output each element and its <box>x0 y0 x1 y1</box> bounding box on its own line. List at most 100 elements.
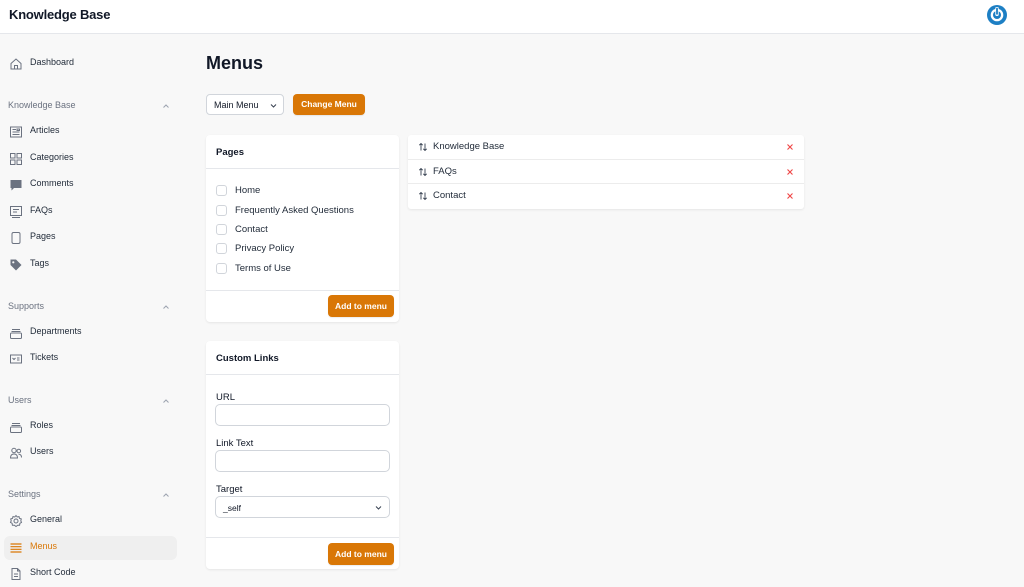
change-menu-button[interactable]: Change Menu <box>293 94 365 115</box>
reorder-arrows-icon[interactable] <box>418 191 428 201</box>
menu-lines-icon <box>10 542 22 553</box>
reorder-arrows-icon[interactable] <box>418 167 428 177</box>
page-checkbox-terms[interactable]: Terms of Use <box>216 262 391 276</box>
sidebar-item-label: Departments <box>30 325 82 336</box>
checkbox[interactable] <box>216 185 227 196</box>
checkbox[interactable] <box>216 262 227 274</box>
page-label: Privacy Policy <box>235 243 295 254</box>
page-label: Home <box>235 185 261 196</box>
page-title: Menus <box>206 53 264 73</box>
page-checkbox-faq[interactable]: Frequently Asked Questions <box>216 204 391 218</box>
target-select[interactable]: _self <box>215 496 390 518</box>
remove-icon[interactable] <box>784 166 796 178</box>
page-label: Terms of Use <box>235 262 291 274</box>
url-label: URL <box>216 392 236 403</box>
target-label: Target <box>216 484 243 495</box>
menu-item[interactable]: Contact <box>408 184 804 209</box>
menu-select[interactable]: Main Menu <box>206 94 284 115</box>
sidebar-item-label: Comments <box>30 178 74 188</box>
sidebar-item-label: Dashboard <box>30 57 75 67</box>
sidebar-item-label: FAQs <box>30 204 53 215</box>
sidebar-item-categories[interactable]: Categories <box>4 147 177 171</box>
sidebar-item-tickets[interactable]: Tickets <box>4 347 177 371</box>
section-title: Users <box>8 395 32 405</box>
checkbox[interactable] <box>216 204 227 216</box>
section-users[interactable]: Users <box>4 391 177 411</box>
sidebar-item-label: Categories <box>30 151 74 162</box>
sidebar-item-departments[interactable]: Departments <box>4 321 177 345</box>
sidebar-item-users[interactable]: Users <box>4 441 177 465</box>
tag-icon <box>10 259 22 270</box>
sidebar-item-pages[interactable]: Pages <box>4 226 177 250</box>
sidebar-item-menus[interactable]: Menus <box>4 535 177 560</box>
chevron-down-icon <box>375 506 382 510</box>
sidebar-item-articles[interactable]: Articles <box>4 120 177 144</box>
top-bar: Knowledge Base <box>0 0 1024 34</box>
checkbox[interactable] <box>216 224 227 235</box>
menu-item[interactable]: FAQs <box>408 160 804 184</box>
app-title[interactable]: Knowledge Base <box>9 7 110 22</box>
pages-card-title: Pages <box>216 147 244 158</box>
sidebar-item-faqs[interactable]: FAQs <box>4 200 177 224</box>
sidebar-item-label: Tickets <box>30 352 59 362</box>
inbox-icon <box>10 328 22 339</box>
chevron-up-icon <box>163 493 169 497</box>
add-link-to-menu-button[interactable]: Add to menu <box>328 543 394 565</box>
sidebar-item-comments[interactable]: Comments <box>4 173 177 197</box>
custom-links-title: Custom Links <box>216 353 279 364</box>
sidebar-item-general[interactable]: General <box>4 509 177 533</box>
remove-icon[interactable] <box>784 190 796 202</box>
sidebar: Dashboard Knowledge Base Articles Catego… <box>0 34 186 587</box>
users-icon <box>9 447 22 459</box>
section-knowledge-base[interactable]: Knowledge Base <box>4 96 177 116</box>
sidebar-item-label: Short Code <box>30 567 76 577</box>
chat-icon <box>10 180 22 191</box>
url-input[interactable] <box>215 404 390 426</box>
sidebar-item-roles[interactable]: Roles <box>4 415 177 439</box>
page-checkbox-privacy[interactable]: Privacy Policy <box>216 242 391 256</box>
chevron-down-icon <box>270 104 277 108</box>
link-text-label: Link Text <box>216 438 254 449</box>
divider <box>206 537 399 538</box>
reorder-arrows-icon[interactable] <box>418 142 428 152</box>
sidebar-item-label: Articles <box>30 125 60 135</box>
custom-links-card: Custom Links URL Link Text Target _self … <box>206 341 399 569</box>
page-checkbox-contact[interactable]: Contact <box>216 223 391 237</box>
divider <box>206 168 399 169</box>
faq-icon <box>10 205 22 218</box>
chevron-up-icon <box>163 399 169 403</box>
power-icon[interactable] <box>986 4 1008 26</box>
sidebar-item-dashboard[interactable]: Dashboard <box>4 52 177 76</box>
page-checkbox-home[interactable]: Home <box>216 184 391 198</box>
ticket-icon <box>10 354 22 364</box>
sidebar-item-short-code[interactable]: Short Code <box>4 562 177 586</box>
sidebar-item-label: Menus <box>30 540 58 551</box>
grid-icon <box>10 152 22 165</box>
gear-icon <box>9 514 23 528</box>
divider <box>206 374 399 375</box>
section-title: Settings <box>8 489 41 499</box>
section-title: Knowledge Base <box>8 100 76 110</box>
section-supports[interactable]: Supports <box>4 297 177 317</box>
menu-items-list: Knowledge Base FAQs Contact <box>408 135 804 209</box>
add-pages-to-menu-button[interactable]: Add to menu <box>328 295 394 317</box>
chevron-up-icon <box>163 104 169 108</box>
divider <box>206 290 399 291</box>
remove-icon[interactable] <box>784 141 796 153</box>
target-select-value: _self <box>223 503 241 513</box>
page-label: Contact <box>235 224 268 235</box>
menu-item-label: Contact <box>433 190 466 201</box>
menu-select-value: Main Menu <box>214 100 259 110</box>
sidebar-item-tags[interactable]: Tags <box>4 253 177 277</box>
document-icon <box>11 568 21 580</box>
sidebar-item-label: Users <box>30 446 54 456</box>
section-title: Supports <box>8 301 45 311</box>
checkbox[interactable] <box>216 243 227 254</box>
page-icon <box>11 232 21 244</box>
sidebar-item-label: Pages <box>30 231 56 241</box>
section-settings[interactable]: Settings <box>4 485 177 505</box>
link-text-input[interactable] <box>215 450 390 472</box>
pages-card: Pages Home Frequently Asked Questions Co… <box>206 135 399 322</box>
page-label: Frequently Asked Questions <box>235 204 354 216</box>
menu-item[interactable]: Knowledge Base <box>408 135 804 160</box>
